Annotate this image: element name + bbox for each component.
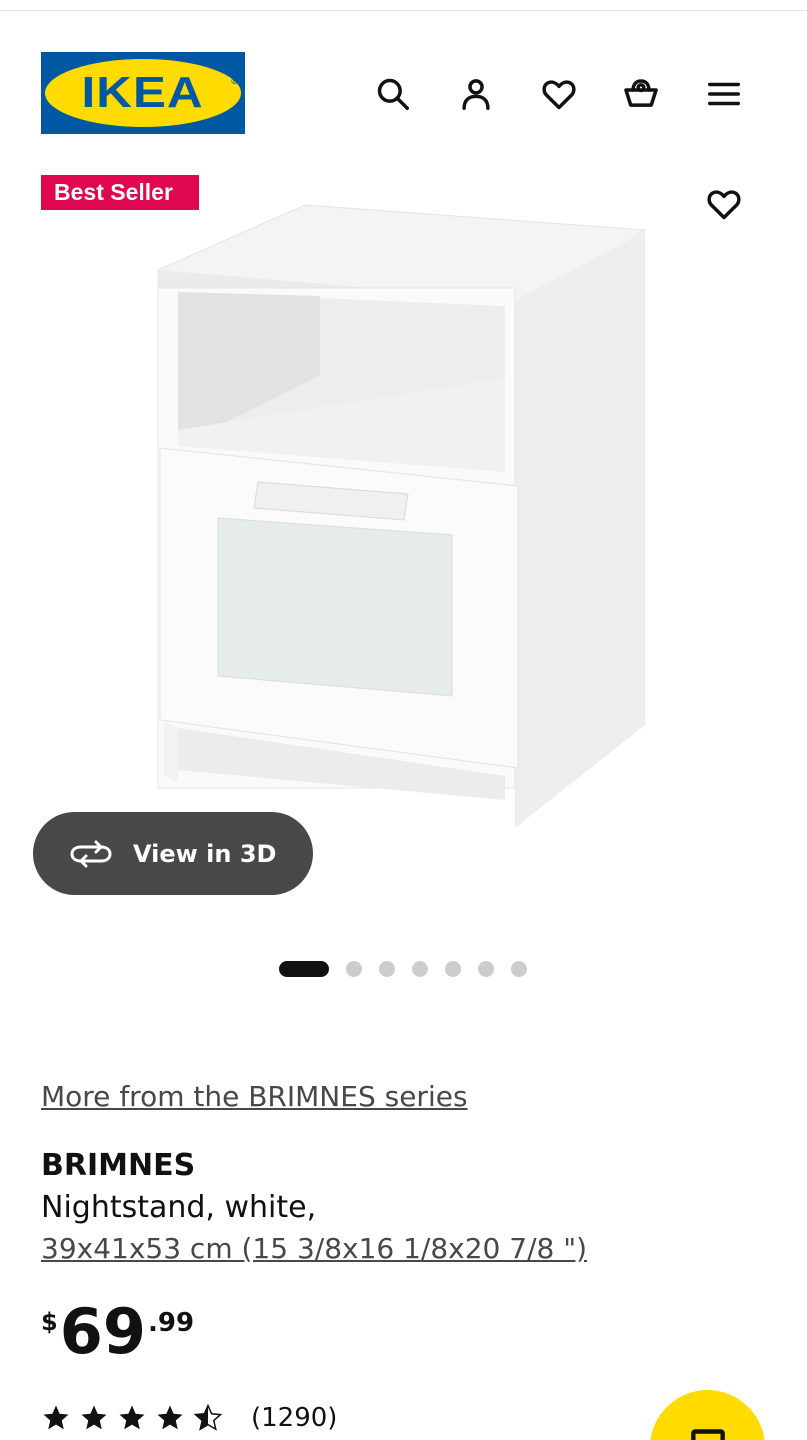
carousel-dot[interactable] xyxy=(379,961,395,977)
add-to-bag-fab[interactable] xyxy=(650,1390,765,1440)
search-icon[interactable] xyxy=(371,72,415,116)
product-rating[interactable]: (1290) xyxy=(41,1403,337,1433)
rotate-3d-icon xyxy=(70,840,112,867)
product-price: $ 69 .99 xyxy=(41,1300,194,1364)
carousel-indicator xyxy=(279,961,527,977)
price-decimal: .99 xyxy=(147,1308,195,1338)
heart-icon[interactable] xyxy=(537,72,581,116)
view-in-3d-button[interactable]: View in 3D xyxy=(33,812,313,895)
star-icon xyxy=(43,1405,69,1430)
product-image[interactable] xyxy=(150,200,660,835)
product-size-link[interactable]: 39x41x53 cm (15 3/8x16 1/8x20 7/8 ") xyxy=(41,1232,587,1265)
price-currency: $ xyxy=(41,1308,58,1336)
star-icon xyxy=(119,1405,145,1430)
ikea-logo[interactable]: IKEA ® xyxy=(41,52,245,134)
view-in-3d-label: View in 3D xyxy=(133,839,277,868)
carousel-dot[interactable] xyxy=(478,961,494,977)
carousel-dot[interactable] xyxy=(346,961,362,977)
product-description: Nightstand, white, xyxy=(41,1190,317,1225)
half-star-icon xyxy=(193,1403,223,1431)
star-icon xyxy=(81,1405,107,1430)
carousel-dot-active[interactable] xyxy=(279,961,329,977)
top-divider xyxy=(0,10,807,11)
account-icon[interactable] xyxy=(454,72,498,116)
review-count: (1290) xyxy=(251,1403,338,1433)
registered-mark: ® xyxy=(231,76,238,86)
favorite-heart-icon[interactable] xyxy=(702,182,746,226)
series-link[interactable]: More from the BRIMNES series xyxy=(41,1080,468,1113)
price-integer: 69 xyxy=(59,1295,146,1368)
carousel-dot[interactable] xyxy=(412,961,428,977)
basket-icon[interactable] xyxy=(619,72,663,116)
star-icon xyxy=(157,1405,183,1430)
carousel-dot[interactable] xyxy=(445,961,461,977)
logo-text: IKEA xyxy=(81,68,205,117)
product-name: BRIMNES xyxy=(41,1148,196,1183)
menu-icon[interactable] xyxy=(702,72,746,116)
carousel-dot[interactable] xyxy=(511,961,527,977)
logo-oval: IKEA xyxy=(45,59,241,127)
cart-icon xyxy=(690,1429,725,1440)
